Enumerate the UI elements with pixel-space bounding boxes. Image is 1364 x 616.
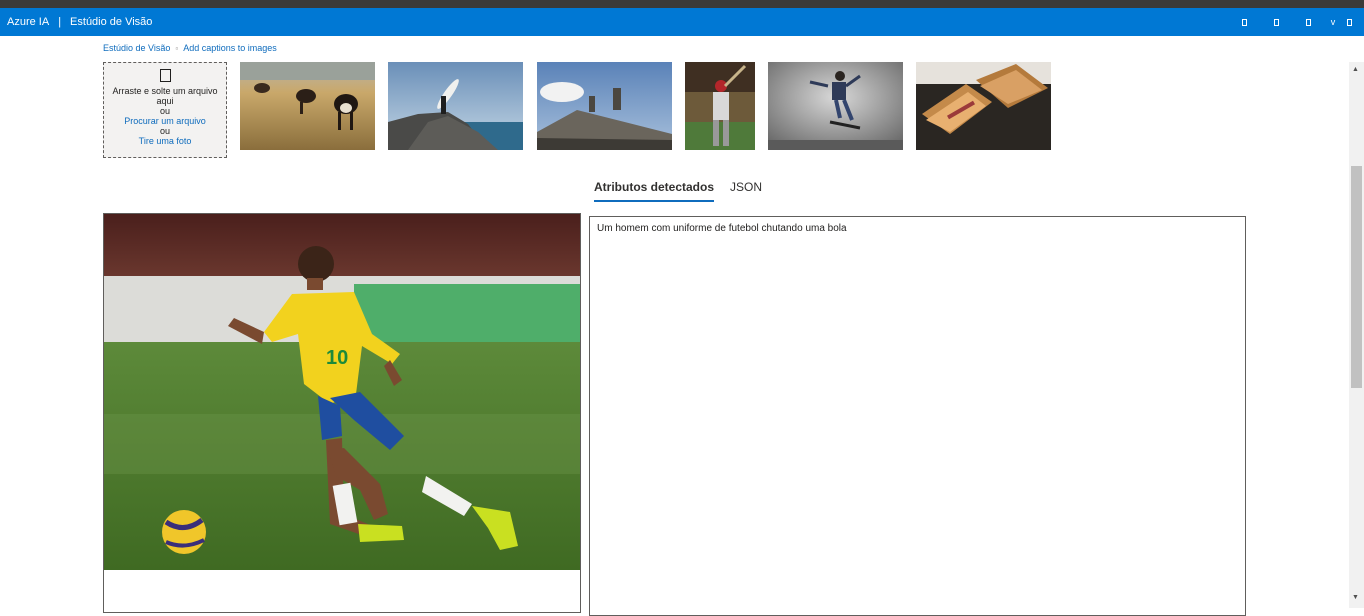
scrollbar-thumb[interactable] bbox=[1351, 166, 1362, 388]
sample-image-building[interactable] bbox=[537, 62, 672, 150]
sample-image-skateboarder[interactable] bbox=[768, 62, 903, 150]
window-icon[interactable] bbox=[1292, 8, 1324, 36]
brand-label[interactable]: Azure IA bbox=[7, 16, 49, 28]
file-dropzone[interactable]: Arraste e solte um arquivo aqui ou Procu… bbox=[103, 62, 227, 158]
app-header: Azure IA | Estúdio de Visão v bbox=[0, 8, 1364, 36]
tab-detected-attributes[interactable]: Atributos detectados bbox=[594, 180, 715, 202]
scroll-down-icon[interactable]: ▼ bbox=[1352, 594, 1359, 601]
sample-image-surfer[interactable] bbox=[388, 62, 523, 150]
result-tabs: Atributos detectados JSON bbox=[594, 180, 778, 202]
header-separator: | bbox=[58, 16, 62, 28]
breadcrumb-root[interactable]: Estúdio de Visão bbox=[103, 43, 170, 53]
browse-file-link[interactable]: Procurar um arquivo bbox=[104, 116, 226, 126]
breadcrumb: Estúdio de Visão ▫ Add captions to image… bbox=[103, 43, 277, 53]
header-icons: v bbox=[1228, 8, 1356, 36]
upload-icon bbox=[159, 69, 171, 82]
football-player-image: 10 bbox=[104, 214, 580, 570]
app-title[interactable]: Estúdio de Visão bbox=[70, 16, 152, 28]
dropzone-or: ou bbox=[159, 126, 170, 136]
sample-image-cows[interactable] bbox=[240, 62, 375, 150]
sample-image-sandwich[interactable] bbox=[916, 62, 1051, 150]
svg-text:10: 10 bbox=[326, 347, 348, 369]
title-strip bbox=[0, 0, 1364, 8]
breadcrumb-separator: ▫ bbox=[175, 43, 179, 53]
window-icon[interactable] bbox=[1342, 8, 1356, 36]
window-icon[interactable] bbox=[1228, 8, 1260, 36]
scroll-up-icon[interactable]: ▲ bbox=[1352, 66, 1359, 73]
caption-result-box: Um homem com uniforme de futebol chutand… bbox=[589, 216, 1246, 616]
tab-json[interactable]: JSON bbox=[730, 180, 762, 202]
chevron-down-icon[interactable]: v bbox=[1324, 8, 1342, 36]
caption-text: Um homem com uniforme de futebol chutand… bbox=[597, 223, 847, 234]
dropzone-text: Arraste e solte um arquivo aqui bbox=[112, 86, 218, 106]
window-icon[interactable] bbox=[1260, 8, 1292, 36]
take-photo-link[interactable]: Tire uma foto bbox=[104, 136, 226, 146]
dropzone-or: ou bbox=[159, 106, 170, 116]
selected-image-panel: 10 bbox=[103, 213, 581, 613]
breadcrumb-current[interactable]: Add captions to images bbox=[183, 43, 277, 53]
page-scrollbar[interactable]: ▲ ▼ bbox=[1349, 62, 1364, 608]
sample-image-baseball[interactable] bbox=[685, 62, 755, 150]
